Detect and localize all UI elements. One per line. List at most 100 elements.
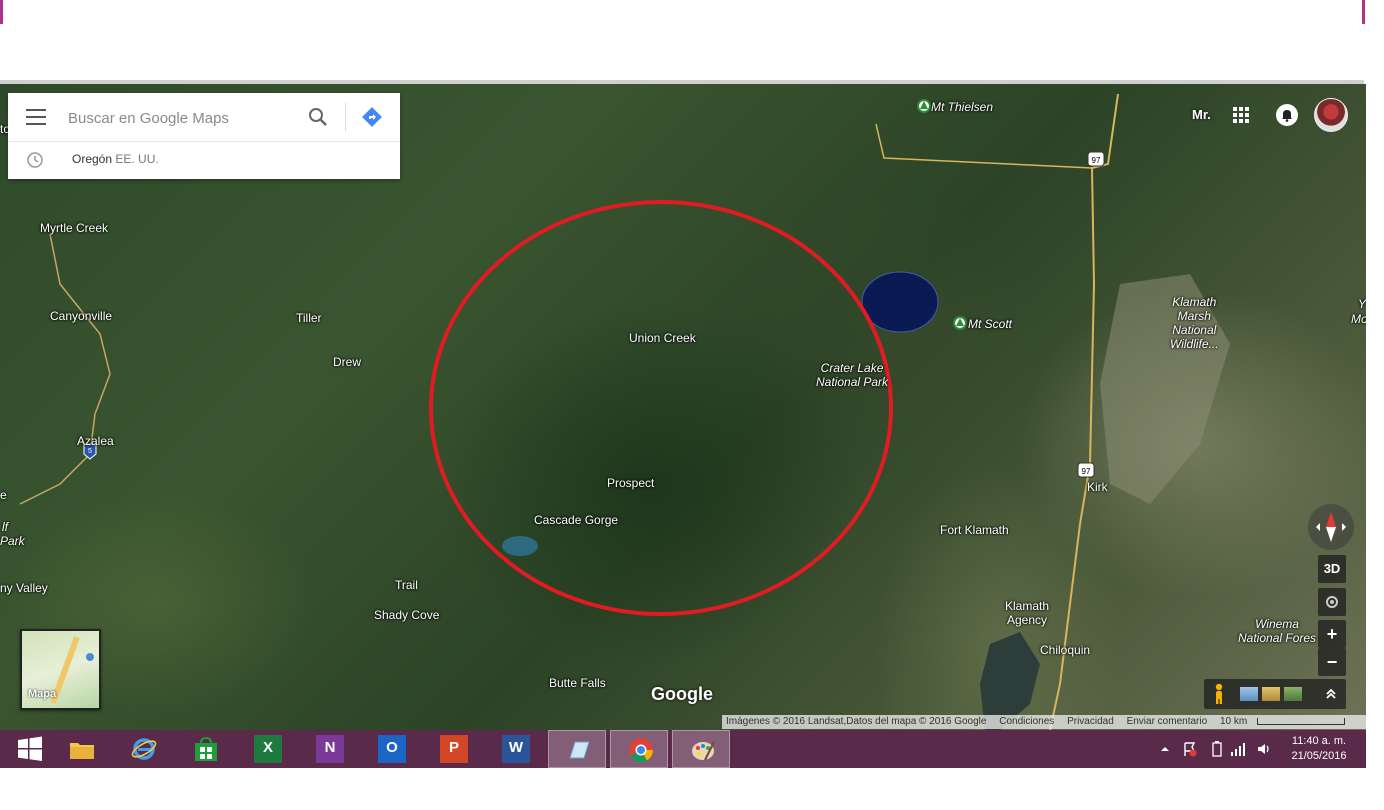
place-winema-nf[interactable]: Winema National Fores: [1238, 617, 1316, 645]
svg-text:97: 97: [1092, 156, 1101, 165]
photo-thumb-3[interactable]: [1284, 687, 1302, 701]
pegman-icon[interactable]: [1212, 683, 1226, 705]
place-crater-lake-np[interactable]: Crater Lake National Park: [816, 361, 888, 389]
map-overlay: 97 97 5: [19, 93, 1230, 730]
hwy-97-shield-b: 97: [1077, 462, 1095, 478]
klamath-agency-line2: Agency: [1007, 613, 1048, 627]
battery-icon[interactable]: [1212, 741, 1222, 757]
window-accent: [0, 0, 3, 24]
place-canyonville[interactable]: Canyonville: [50, 309, 112, 323]
onenote-button[interactable]: N: [300, 730, 358, 768]
notifications-bell-icon[interactable]: [1276, 104, 1298, 126]
word-button[interactable]: W: [486, 730, 544, 768]
annotation-circle: [429, 200, 893, 616]
account-label[interactable]: Mr.: [1192, 107, 1211, 122]
search-icon[interactable]: [306, 105, 330, 129]
file-explorer-button[interactable]: [52, 730, 110, 768]
place-union-creek[interactable]: Union Creek: [629, 331, 696, 345]
place-kirk[interactable]: Kirk: [1087, 480, 1108, 494]
search-input[interactable]: [66, 105, 296, 131]
place-mt-thielsen[interactable]: Mt Thielsen: [931, 100, 993, 114]
place-fort-klamath[interactable]: Fort Klamath: [940, 523, 1009, 537]
windows-logo-icon: [18, 736, 42, 761]
place-chiloquin[interactable]: Chiloquin: [1040, 643, 1090, 657]
action-center-flag-icon[interactable]: [1182, 741, 1198, 757]
place-drew[interactable]: Drew: [333, 355, 361, 369]
hwy-97-shield-a: 97: [1087, 151, 1105, 167]
excel-icon: X: [254, 735, 282, 763]
road-i5: [19, 233, 111, 505]
klamath-marsh-line4: Wildlife...: [1170, 337, 1219, 351]
start-button[interactable]: [0, 730, 58, 768]
outlook-icon: O: [378, 735, 406, 763]
place-mt-scott[interactable]: Mt Scott: [968, 317, 1012, 331]
zoom-in-button[interactable]: +: [1318, 620, 1346, 648]
place-lf-edge: lf: [2, 520, 8, 534]
place-cascade-gorge[interactable]: Cascade Gorge: [534, 513, 618, 527]
map-type-switcher[interactable]: Mapa: [20, 629, 101, 710]
internet-explorer-button[interactable]: [114, 730, 172, 768]
clock-time: 11:40 a. m.: [1291, 735, 1347, 747]
expand-chevron-icon[interactable]: [1324, 687, 1338, 701]
search-panel: Oregón EE. UU.: [8, 93, 400, 179]
recent-search-text: Oregón EE. UU.: [72, 152, 159, 166]
toggle-3d-button[interactable]: 3D: [1318, 555, 1346, 583]
photo-thumb-2[interactable]: [1262, 687, 1280, 701]
powerpoint-button[interactable]: P: [424, 730, 482, 768]
search-row: [8, 93, 400, 142]
taskbar-clock[interactable]: 11:40 a. m. 21/05/2016: [1284, 734, 1354, 764]
windows-taskbar: X N O P W 11:40 a. m. 21/05/2016: [0, 730, 1366, 768]
feedback-link[interactable]: Enviar comentario: [1127, 716, 1208, 727]
place-myrtle-creek[interactable]: Myrtle Creek: [40, 221, 108, 235]
place-klamath-marsh[interactable]: Klamath Marsh National Wildlife...: [1170, 295, 1219, 351]
place-y-edge: Y: [1358, 297, 1366, 311]
apps-grid-icon[interactable]: [1232, 106, 1250, 124]
paint-button[interactable]: [672, 730, 730, 768]
place-butte-falls[interactable]: Butte Falls: [549, 676, 606, 690]
outlook-button[interactable]: O: [362, 730, 420, 768]
klamath-agency-line1: Klamath: [1005, 599, 1050, 613]
place-shady-cove[interactable]: Shady Cove: [374, 608, 439, 622]
volume-icon[interactable]: [1256, 741, 1272, 757]
photo-thumb-1[interactable]: [1240, 687, 1258, 701]
scale-bar: [1257, 717, 1346, 725]
imagery-strip[interactable]: [1204, 679, 1346, 709]
privacy-link[interactable]: Privacidad: [1067, 716, 1114, 727]
recent-place: Oregón: [72, 152, 113, 166]
place-prospect[interactable]: Prospect: [607, 476, 654, 490]
crater-lake-line1: Crater Lake: [820, 361, 884, 375]
place-e-edge: e: [0, 488, 7, 502]
compass-control[interactable]: [1308, 504, 1354, 550]
user-avatar[interactable]: [1314, 98, 1348, 132]
place-azalea[interactable]: Azalea: [77, 434, 114, 448]
recent-search-row[interactable]: Oregón EE. UU.: [8, 141, 400, 179]
browser-top-area: [0, 0, 1364, 84]
map-type-label: Mapa: [28, 688, 57, 700]
menu-icon[interactable]: [26, 109, 46, 125]
directions-icon[interactable]: [360, 105, 384, 129]
klamath-marsh-line2: Marsh: [1177, 309, 1211, 323]
chrome-button[interactable]: [610, 730, 668, 768]
notes-app-button[interactable]: [548, 730, 606, 768]
svg-text:97: 97: [1082, 467, 1091, 476]
show-hidden-icons-icon[interactable]: [1160, 744, 1170, 754]
excel-button[interactable]: X: [238, 730, 296, 768]
signal-icon[interactable]: [1230, 741, 1246, 757]
my-location-button[interactable]: [1318, 588, 1346, 616]
history-clock-icon: [27, 152, 43, 168]
terms-link[interactable]: Condiciones: [999, 716, 1054, 727]
paint-palette-icon: [692, 741, 715, 761]
satellite-map[interactable]: 97 97 5 Mt Thielsen Myrtle Creek Canyonv…: [0, 84, 1366, 730]
scale-label[interactable]: 10 km: [1220, 716, 1247, 727]
word-icon: W: [502, 735, 530, 763]
clock-date: 21/05/2016: [1291, 750, 1347, 762]
store-button[interactable]: [176, 730, 234, 768]
winema-line2: National Fores: [1238, 631, 1317, 645]
place-trail[interactable]: Trail: [395, 578, 418, 592]
place-klamath-agency[interactable]: Klamath Agency: [1005, 599, 1049, 627]
zoom-out-button[interactable]: −: [1318, 648, 1346, 676]
place-ny-valley[interactable]: ny Valley: [0, 581, 48, 595]
road-138: [875, 123, 1093, 169]
place-tiller[interactable]: Tiller: [296, 311, 322, 325]
page-bottom-blank: [0, 768, 1384, 810]
